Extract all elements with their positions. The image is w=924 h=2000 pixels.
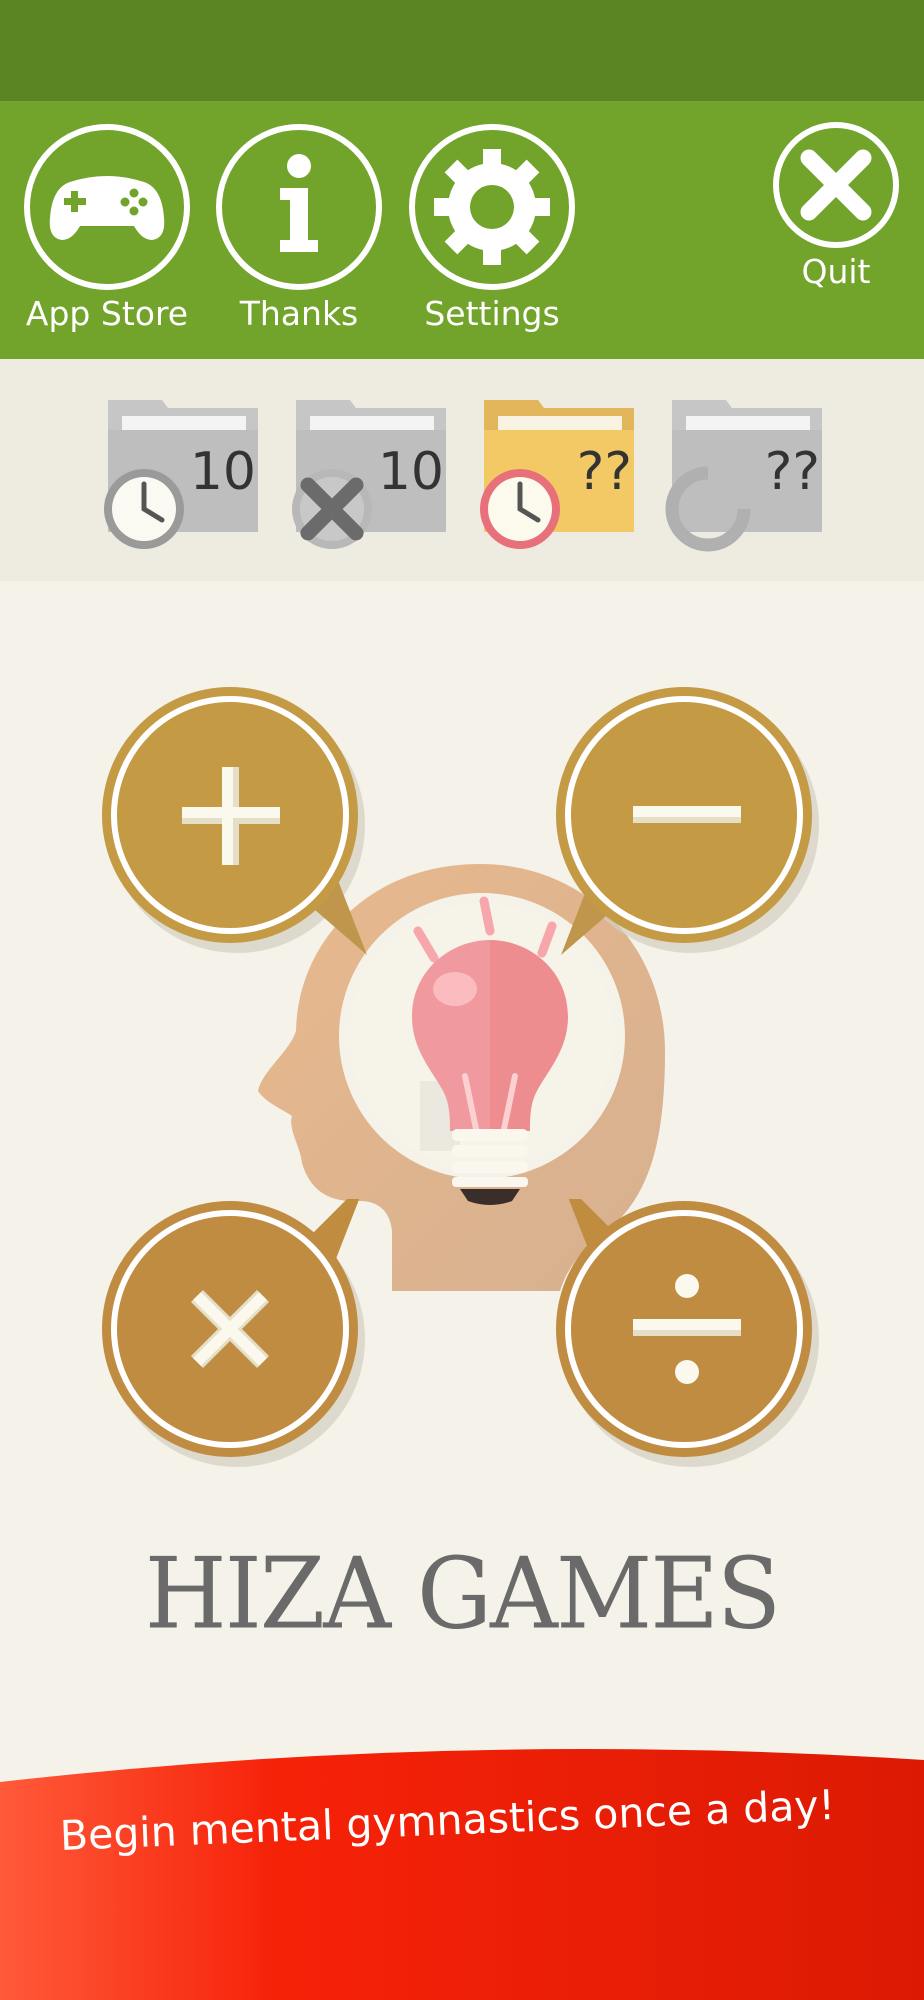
thanks-label: Thanks	[239, 294, 359, 333]
minus-icon	[633, 806, 741, 823]
folder-endless-unknown[interactable]: ??	[664, 394, 824, 564]
folder-time-attack-10[interactable]: 10	[100, 394, 260, 564]
folder-time-attack-unknown[interactable]: ??	[476, 394, 636, 564]
folder-count: ??	[764, 442, 820, 502]
info-icon	[280, 154, 318, 252]
thanks-button[interactable]: Thanks	[214, 122, 384, 342]
clock-icon	[104, 469, 184, 549]
addition-button[interactable]	[102, 685, 367, 955]
gamepad-icon	[49, 176, 165, 240]
app-store-button[interactable]: App Store	[22, 122, 192, 342]
folder-mistakes-10[interactable]: 10	[288, 394, 448, 564]
folder-count: ??	[576, 442, 632, 502]
app-store-label: App Store	[25, 294, 189, 333]
settings-button[interactable]: Settings	[407, 122, 577, 342]
status-bar	[0, 0, 924, 101]
quit-label: Quit	[801, 252, 871, 291]
subtraction-button[interactable]	[556, 685, 819, 955]
division-button[interactable]	[556, 1199, 819, 1469]
quit-button[interactable]: Quit	[773, 122, 901, 292]
promo-banner[interactable]	[0, 1740, 924, 2000]
brand-logo-text: HIZA GAMES	[144, 1537, 781, 1652]
gear-icon	[434, 149, 550, 265]
clock-icon	[480, 469, 560, 549]
folder-count: 10	[377, 442, 444, 502]
settings-label: Settings	[424, 294, 560, 333]
folder-count: 10	[189, 442, 256, 502]
close-icon	[800, 149, 872, 221]
multiplication-button[interactable]	[102, 1199, 365, 1469]
